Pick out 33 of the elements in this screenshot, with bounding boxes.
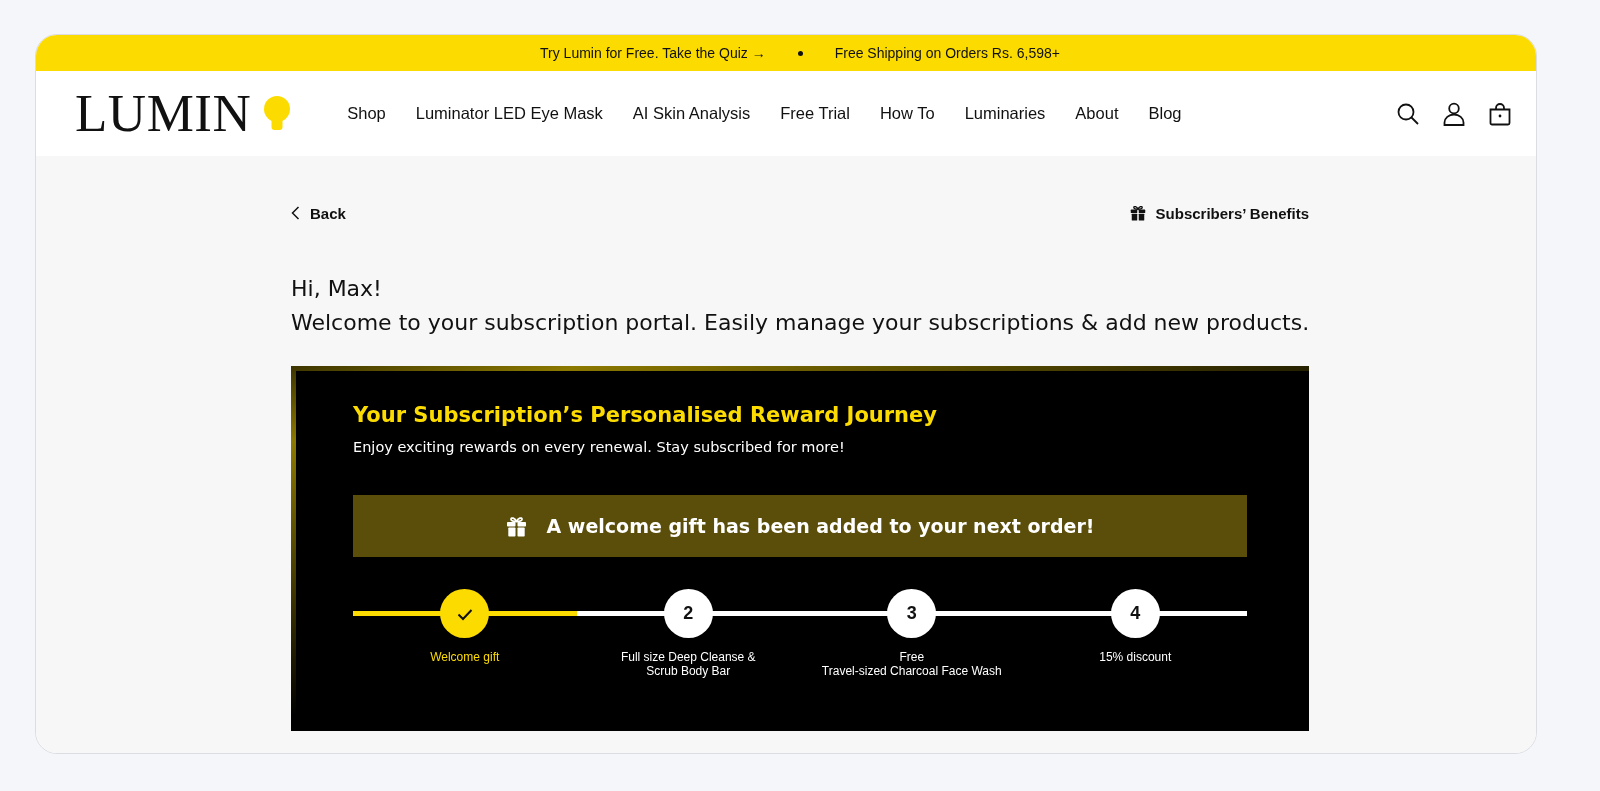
announcement-link[interactable]: Try Lumin for Free. Take the Quiz → [540, 45, 766, 61]
nav-link[interactable]: Luminaries [964, 104, 1046, 123]
gift-icon [1129, 205, 1146, 221]
benefits-link[interactable]: Subscribers’ Benefits [1129, 204, 1309, 222]
panel-subtitle: Enjoy exciting rewards on every renewal. Stay subscribed for more! [353, 438, 846, 457]
nav-link[interactable]: Blog [1148, 104, 1182, 123]
lightbulb-icon [263, 95, 292, 132]
back-link[interactable]: Back [291, 204, 346, 222]
step-label: 15% discount [1099, 650, 1172, 664]
nav-link[interactable]: About [1075, 104, 1119, 123]
bullet-icon [797, 50, 803, 56]
announcement-link[interactable]: Free Shipping on Orders Rs. 6,598+ [834, 45, 1060, 61]
search-icon[interactable] [1396, 101, 1420, 126]
step-number: 4 [1110, 589, 1160, 638]
nav-link[interactable]: Luminator LED Eye Mask [415, 104, 603, 123]
nav-link[interactable]: Shop [347, 104, 386, 123]
panel-title: Your Subscription’s Personalised Reward Journey [353, 402, 938, 429]
step-number: 3 [887, 589, 937, 638]
shopping-bag-icon[interactable] [1488, 101, 1512, 126]
step-number: 2 [663, 589, 713, 638]
logo-text[interactable]: LUMIN [75, 87, 252, 140]
nav-link[interactable]: AI Skin Analysis [632, 104, 751, 123]
chevron-left-icon [291, 206, 300, 220]
banner-text: A welcome gift has been added to your next order! [546, 515, 1095, 537]
intro-text: Welcome to your subscription portal. Easily manage your subscriptions & add new products. [291, 309, 1309, 337]
step-label: Full size Deep Cleanse & Scrub Body Bar [620, 650, 756, 678]
user-icon[interactable] [1442, 101, 1466, 126]
step-label: Welcome gift [430, 650, 500, 664]
step-label: Free Travel-sized Charcoal Face Wash [821, 650, 1002, 678]
greeting: Hi, Max! [291, 275, 383, 303]
gift-icon [505, 515, 527, 537]
nav-link[interactable]: How To [879, 104, 935, 123]
nav-link[interactable]: Free Trial [780, 104, 850, 123]
